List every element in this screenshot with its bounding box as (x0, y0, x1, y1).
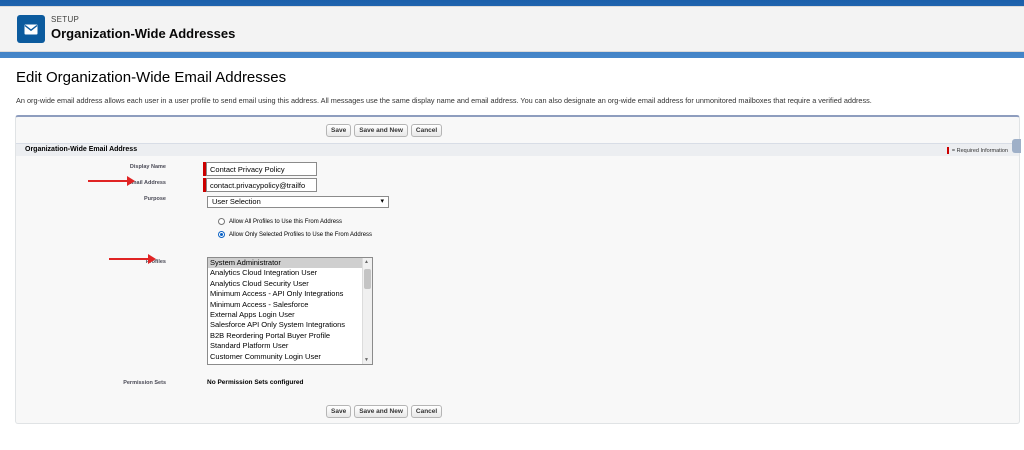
radio-allow-all-label: Allow All Profiles to Use this From Addr… (229, 218, 343, 225)
radio-allow-selected-label: Allow Only Selected Profiles to Use the … (229, 231, 373, 238)
save-and-new-button[interactable]: Save and New (354, 405, 408, 418)
save-and-new-button[interactable]: Save and New (354, 124, 408, 137)
bottom-button-row: Save Save and New Cancel (326, 405, 443, 418)
email-address-field-wrap (203, 178, 317, 192)
profile-option[interactable]: Analytics Cloud Security User (208, 279, 372, 289)
radio-allow-all[interactable]: Allow All Profiles to Use this From Addr… (218, 218, 342, 225)
radio-allow-selected-button[interactable] (218, 231, 225, 238)
profile-option[interactable]: Minimum Access - Salesforce (208, 300, 372, 310)
setup-header: SETUP Organization-Wide Addresses (0, 6, 1024, 52)
side-panel-tab[interactable] (1012, 139, 1021, 153)
profile-option[interactable]: External Apps Login User (208, 310, 372, 320)
scroll-up-icon[interactable]: ▲ (364, 259, 369, 265)
page-title: Edit Organization-Wide Email Addresses (16, 69, 287, 86)
radio-allow-selected[interactable]: Allow Only Selected Profiles to Use the … (218, 231, 372, 238)
profile-option[interactable]: Minimum Access - API Only Integrations (208, 289, 372, 299)
scroll-thumb[interactable] (364, 269, 371, 289)
email-address-input[interactable] (206, 178, 317, 192)
annotation-arrow-profiles (109, 254, 156, 264)
display-name-label: Display Name (129, 164, 166, 170)
radio-allow-all-button[interactable] (218, 218, 225, 225)
display-name-input[interactable] (206, 162, 317, 176)
required-legend: = Required Information (946, 147, 1008, 154)
display-name-field-wrap (203, 162, 317, 176)
main-content: Edit Organization-Wide Email Addresses A… (0, 58, 1024, 450)
cancel-button[interactable]: Cancel (410, 124, 443, 137)
profile-option[interactable]: System Administrator (208, 258, 372, 269)
annotation-arrow-email (88, 176, 135, 186)
chevron-down-icon: ▾ (380, 198, 384, 205)
envelope-icon (17, 15, 45, 43)
save-button[interactable]: Save (326, 405, 352, 418)
page-header-title: Organization-Wide Addresses (51, 26, 236, 41)
required-marker (946, 147, 949, 154)
profile-option[interactable]: Standard Platform User (208, 341, 372, 351)
profiles-list: System Administrator Analytics Cloud Inte… (208, 258, 372, 362)
section-header: Organization-Wide Email Address = Requir… (16, 143, 1019, 156)
profiles-scrollbar[interactable]: ▲ ▼ (362, 258, 372, 364)
profile-option[interactable]: Customer Community Login User (208, 352, 372, 362)
profile-option[interactable]: B2B Reordering Portal Buyer Profile (208, 331, 372, 341)
purpose-select[interactable]: User Selection ▾ (207, 196, 389, 208)
profiles-listbox[interactable]: System Administrator Analytics Cloud Inte… (207, 257, 373, 365)
edit-form: Save Save and New Cancel Organization-Wi… (15, 115, 1021, 424)
scroll-down-icon[interactable]: ▼ (364, 357, 369, 363)
setup-kicker: SETUP (51, 15, 80, 24)
profile-option[interactable]: Salesforce API Only System Integrations (208, 320, 372, 330)
top-button-row: Save Save and New Cancel (326, 124, 443, 137)
page-description: An org-wide email address allows each us… (16, 96, 872, 105)
required-legend-text: = Required Information (951, 147, 1008, 154)
profile-option[interactable]: Analytics Cloud Integration User (208, 268, 372, 278)
permission-sets-value: No Permission Sets configured (207, 379, 304, 386)
permission-sets-label: Permission Sets (123, 380, 166, 386)
purpose-label: Purpose (143, 196, 166, 202)
section-title: Organization-Wide Email Address (25, 146, 138, 153)
cancel-button[interactable]: Cancel (410, 405, 443, 418)
save-button[interactable]: Save (326, 124, 352, 137)
purpose-selected-value: User Selection (212, 197, 261, 206)
